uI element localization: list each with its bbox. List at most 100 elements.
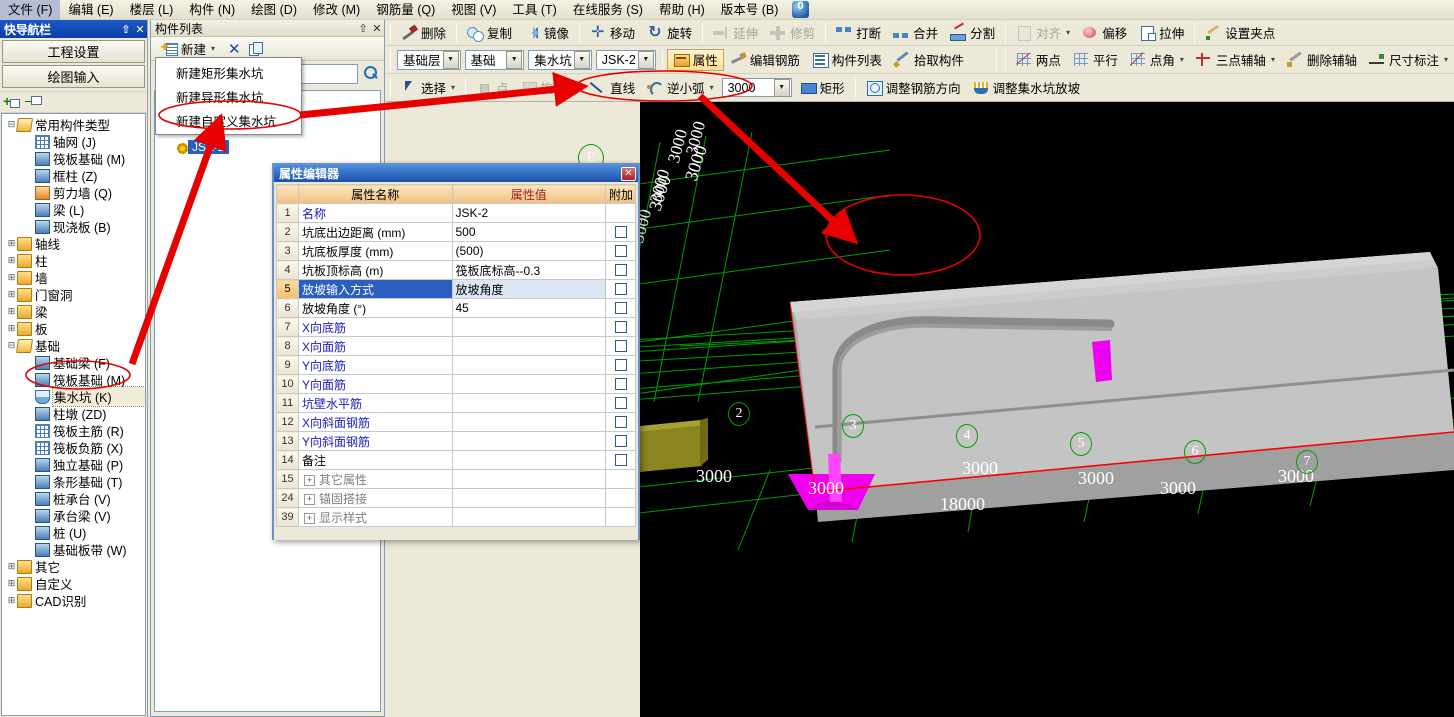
sidebar-item-20[interactable]: 独立基础 (P) (2, 456, 145, 473)
property-value-cell[interactable] (451, 488, 606, 508)
table-row[interactable]: 39 + 显示样式 (276, 507, 636, 527)
property-value-cell[interactable]: JSK-2 (451, 203, 606, 223)
table-row[interactable]: 15 + 其它属性 (276, 469, 636, 489)
sidebar-item-14[interactable]: 基础梁 (F) (2, 354, 145, 371)
model-viewport-3d[interactable]: 3000 3000 3000 3000 3000 3000 3000 3000 … (640, 102, 1454, 717)
sidebar-item-16[interactable]: 集水坑 (K) (2, 386, 145, 407)
table-row[interactable]: 4 坑板顶标高 (m) 筏板底标高--0.3 (276, 260, 636, 280)
property-value-cell[interactable] (451, 431, 606, 451)
property-value-cell[interactable] (451, 374, 606, 394)
chevron-down-icon[interactable]: ▼ (573, 50, 590, 69)
property-value-cell[interactable]: (500) (451, 241, 606, 261)
component-type-tree[interactable]: ⊟ 常用构件类型 轴网 (J) 筏板基础 (M) 框柱 (Z) 剪力墙 (Q) 梁 (L) 现… (1, 113, 146, 716)
stretch-button[interactable]: 拉伸 (1133, 22, 1190, 44)
sidebar-item-21[interactable]: 条形基础 (T) (2, 473, 145, 490)
attach-checkbox[interactable] (614, 245, 627, 257)
table-row[interactable]: 13 Y向斜面钢筋 (276, 431, 636, 451)
set-grip-button[interactable]: 设置夹点 (1199, 22, 1281, 44)
property-value-cell[interactable] (451, 317, 606, 337)
property-value-cell[interactable] (451, 412, 606, 432)
sidebar-item-13[interactable]: ⊟ 基础 (2, 337, 145, 354)
close-icon[interactable]: ✕ (133, 22, 147, 36)
expand-plus-icon[interactable]: + (304, 474, 315, 486)
search-icon[interactable] (362, 65, 380, 83)
close-icon[interactable]: ✕ (370, 22, 384, 35)
sidebar-item-11[interactable]: ⊞ 梁 (2, 303, 145, 320)
two-point-axis-button[interactable]: 两点 (1010, 49, 1067, 71)
property-value-cell[interactable] (451, 469, 606, 489)
chevron-right-icon[interactable]: ⊞ (6, 561, 17, 572)
attach-checkbox[interactable] (614, 454, 627, 466)
category-select[interactable]: 基础 ▼ (464, 49, 525, 70)
attach-checkbox[interactable] (614, 264, 627, 276)
chevron-right-icon[interactable]: ⊞ (6, 595, 17, 606)
menu-view[interactable]: 视图 (V) (443, 0, 504, 20)
delete-x-icon[interactable]: ✕ (224, 40, 245, 58)
table-row[interactable]: 2 坑底出边距离 (mm) 500 (276, 222, 636, 242)
expand-all-icon[interactable] (3, 93, 20, 109)
sidebar-item-9[interactable]: ⊞ 墙 (2, 269, 145, 286)
chevron-right-icon[interactable]: ⊞ (6, 289, 17, 300)
edit-rebar-button[interactable]: 编辑钢筋 (724, 49, 806, 71)
menu-modify[interactable]: 修改 (M) (305, 0, 368, 20)
property-value-cell[interactable]: 筏板底标高--0.3 (451, 260, 606, 280)
property-value-cell[interactable] (451, 336, 606, 356)
attach-checkbox[interactable] (614, 416, 627, 428)
sidebar-item-8[interactable]: ⊞ 柱 (2, 252, 145, 269)
sidebar-item-23[interactable]: 承台梁 (V) (2, 507, 145, 524)
property-value-cell[interactable] (451, 355, 606, 375)
sidebar-item-7[interactable]: ⊞ 轴线 (2, 235, 145, 252)
attach-checkbox[interactable] (614, 302, 627, 314)
property-value-cell[interactable]: 500 (451, 222, 606, 242)
copy-icon[interactable] (248, 41, 264, 56)
project-settings-button[interactable]: 工程设置 (2, 40, 145, 63)
menu-new-rectangular-sump[interactable]: 新建矩形集水坑 (156, 60, 301, 84)
property-value-cell[interactable]: 45 (451, 298, 606, 318)
delete-button[interactable]: 删除 (395, 22, 452, 44)
menu-new-irregular-sump[interactable]: 新建异形集水坑 (156, 84, 301, 108)
attach-checkbox[interactable] (614, 340, 627, 352)
sidebar-item-24[interactable]: 桩 (U) (2, 524, 145, 541)
property-value-cell[interactable] (451, 393, 606, 413)
point-angle-axis-button[interactable]: 点角 ▾ (1124, 49, 1190, 71)
property-button[interactable]: 属性 (666, 48, 724, 71)
rectangle-button[interactable]: 矩形 (794, 77, 851, 99)
ccw-arc-button[interactable]: 逆小弧 ▾ (641, 77, 720, 99)
menu-edit[interactable]: 编辑 (E) (60, 0, 121, 20)
table-row[interactable]: 14 备注 (276, 450, 636, 470)
menu-tools[interactable]: 工具 (T) (504, 0, 564, 20)
chevron-down-icon[interactable]: ▼ (506, 50, 523, 69)
table-row[interactable]: 6 放坡角度 (°) 45 (276, 298, 636, 318)
three-point-axis-button[interactable]: 三点辅轴 ▾ (1190, 49, 1281, 71)
sidebar-item-4[interactable]: 剪力墙 (Q) (2, 184, 145, 201)
floor-select[interactable]: 基础层 ▼ (397, 49, 461, 70)
menu-online[interactable]: 在线服务 (S) (565, 0, 651, 20)
chevron-right-icon[interactable]: ⊞ (6, 238, 17, 249)
sidebar-item-0[interactable]: ⊟ 常用构件类型 (2, 116, 145, 133)
attach-checkbox[interactable] (614, 283, 627, 295)
chevron-down-icon[interactable]: ▼ (637, 50, 654, 69)
pin-icon[interactable]: ⇧ (356, 22, 370, 35)
chevron-right-icon[interactable]: ⊞ (6, 255, 17, 266)
table-row[interactable]: 24 + 锚固搭接 (276, 488, 636, 508)
chevron-down-icon[interactable]: ⊟ (6, 340, 17, 351)
mirror-button[interactable]: 镜像 (518, 22, 575, 44)
table-row[interactable]: 8 X向面筋 (276, 336, 636, 356)
parallel-axis-button[interactable]: 平行 (1067, 49, 1124, 71)
drawing-input-button[interactable]: 绘图输入 (2, 65, 145, 88)
chevron-right-icon[interactable]: ⊞ (6, 578, 17, 589)
component-list-button[interactable]: 构件列表 (806, 49, 888, 71)
break-button[interactable]: 打断 (830, 22, 887, 44)
menu-file[interactable]: 文件 (F) (0, 0, 61, 20)
chevron-down-icon[interactable]: ▼ (773, 78, 790, 97)
component-type-select[interactable]: 集水坑 ▼ (528, 49, 592, 70)
collapse-all-icon[interactable] (25, 95, 42, 109)
attach-checkbox[interactable] (614, 397, 627, 409)
component-select[interactable]: JSK-2 ▼ (595, 49, 656, 70)
chevron-down-icon[interactable]: ▼ (442, 50, 459, 69)
chevron-right-icon[interactable]: ⊞ (6, 306, 17, 317)
sidebar-item-2[interactable]: 筏板基础 (M) (2, 150, 145, 167)
merge-button[interactable]: 合并 (887, 22, 944, 44)
sidebar-item-19[interactable]: 筏板负筋 (X) (2, 439, 145, 456)
property-value-cell[interactable]: 放坡角度 (451, 279, 606, 299)
